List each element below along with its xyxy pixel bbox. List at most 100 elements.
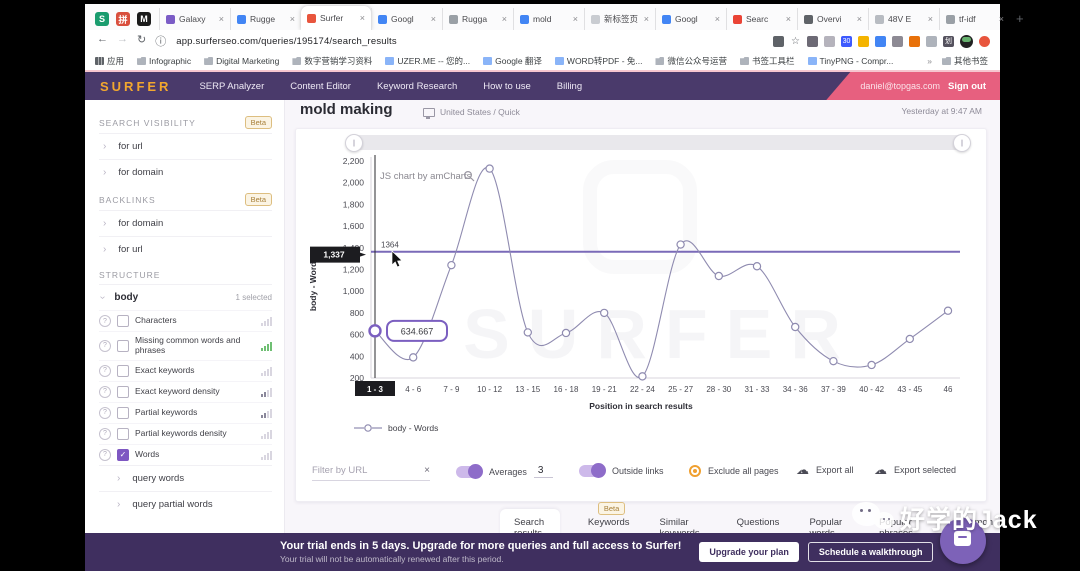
ext-xh-icon[interactable]: 划 [943,35,954,47]
export-all-button[interactable]: ☁ ↓ Export all [796,463,854,476]
metric-checkbox[interactable] [117,364,129,377]
pinned-tab-grid[interactable]: 拼 [116,12,130,26]
star-icon[interactable]: ☆ [790,36,801,47]
pinned-tab-m[interactable]: M [137,12,151,26]
forward-icon[interactable]: → [117,33,128,49]
ext-pointer-icon[interactable] [807,35,818,47]
data-point-1[interactable] [408,353,418,362]
browser-tab-7[interactable]: Googl × [655,8,726,30]
help-icon[interactable]: ? [99,339,111,352]
app-nav-billing[interactable]: Billing [557,81,582,92]
url-field[interactable]: app.surferseo.com/queries/195174/search_… [176,36,397,47]
ext-30-icon[interactable]: 30 [841,35,852,47]
help-icon[interactable]: ? [99,364,111,377]
filter-by-url-input[interactable]: Filter by URL × [312,465,430,481]
exclude-all-pages-button[interactable]: Exclude all pages [689,465,779,477]
data-point-13[interactable] [867,360,876,370]
tab-close-icon[interactable]: × [502,14,507,24]
browser-tab-0[interactable]: Galaxy × [159,8,230,30]
data-point-8[interactable] [676,240,685,249]
averages-value-input[interactable]: 3 [533,465,554,478]
tab-close-icon[interactable]: × [928,14,933,24]
bookmark-item-4[interactable]: UZER.ME -- 您的... [385,55,470,67]
schedule-walkthrough-button[interactable]: Schedule a walkthrough [807,542,934,562]
sidebar-item-for-url[interactable]: › for url [99,133,272,159]
metric-checkbox[interactable] [117,315,129,327]
bookmark-item-8[interactable]: 书签工具栏 [740,55,795,67]
browser-tab-3[interactable]: Googl × [371,8,442,30]
info-icon[interactable]: ⓘ [155,33,166,49]
app-nav-content-editor[interactable]: Content Editor [290,81,351,92]
tab-close-icon[interactable]: × [290,14,295,24]
help-icon[interactable]: ? [99,406,111,419]
data-point-2[interactable] [447,260,456,270]
averages-toggle[interactable] [456,463,483,479]
browser-tab-4[interactable]: Rugga × [442,8,513,30]
browser-tab-9[interactable]: Overvi × [797,8,868,30]
tab-close-icon[interactable]: × [431,14,436,24]
data-point-14[interactable] [905,334,915,344]
ext-doc-icon[interactable] [926,35,937,47]
browser-tab-1[interactable]: Rugge × [230,8,301,30]
data-point-3[interactable] [485,164,494,173]
ext-gray-icon[interactable] [824,35,835,47]
browser-tab-5[interactable]: mold × [513,8,584,30]
tab-close-icon[interactable]: × [786,14,791,24]
ext-gear-icon[interactable] [892,35,903,47]
sidebar-item-for-domain[interactable]: › for domain [99,159,272,185]
metric-checkbox[interactable]: ✓ [117,448,129,461]
data-point-4[interactable] [523,328,532,337]
scrollbar-grip-right[interactable]: ∥ [953,134,971,152]
ext-orange-icon[interactable] [909,35,920,47]
sidebar-item-query-words[interactable]: › query words [99,464,272,491]
clear-filter-icon[interactable]: × [424,465,430,476]
metric-checkbox[interactable] [117,406,129,419]
sidebar-item-body[interactable]: › body 1 selected [97,284,272,310]
sidebar-item-for-domain[interactable]: › for domain [99,210,272,236]
browser-tab-2[interactable]: Surfer × [301,6,371,30]
bookmarks-overflow-icon[interactable]: » [927,56,932,66]
metric-checkbox[interactable] [117,427,129,440]
help-icon[interactable]: ? [99,315,111,327]
tab-close-icon[interactable]: × [573,14,578,24]
data-point-10[interactable] [752,262,762,271]
help-icon[interactable]: ? [99,385,111,398]
scrollbar-grip-left[interactable]: ∥ [345,134,363,152]
metric-checkbox[interactable] [117,385,129,398]
browser-menu-icon[interactable] [979,35,990,47]
new-tab-button[interactable]: + [1010,11,1032,30]
outside-links-toggle[interactable] [579,463,606,478]
tab-close-icon[interactable]: × [715,14,720,24]
tab-close-icon[interactable]: × [999,14,1004,24]
bookmark-item-1[interactable]: Infographic [137,56,191,66]
browser-tab-8[interactable]: Searc × [726,8,797,30]
bookmark-item-2[interactable]: Digital Marketing [204,56,279,66]
bookmark-item-7[interactable]: 微信公众号运营 [655,55,727,67]
ext-yellow-icon[interactable] [858,35,869,47]
data-point-12[interactable] [829,356,838,366]
line-chart[interactable]: SURFER2004006008001,0001,2001,4001,6001,… [300,153,984,398]
sidebar-item-query-partial-words[interactable]: › query partial words [99,490,272,517]
bookmark-item-9[interactable]: TinyPNG - Compr... [807,56,893,66]
pinned-tab-s[interactable]: S [95,12,109,26]
ext-blue-icon[interactable] [875,35,886,47]
data-point-0[interactable] [368,324,382,338]
app-nav-keyword-research[interactable]: Keyword Research [377,81,457,92]
bookmark-item-6[interactable]: WORD转PDF - 免... [554,55,642,67]
data-point-15[interactable] [943,306,953,315]
data-point-5[interactable] [561,328,571,338]
data-point-11[interactable] [791,322,800,332]
data-point-7[interactable] [638,372,647,381]
app-nav-how-to-use[interactable]: How to use [483,81,531,92]
export-selected-button[interactable]: ☁ ↓ Export selected [874,463,956,476]
metric-checkbox[interactable] [117,339,129,352]
other-bookmarks[interactable]: 其他书签 [941,55,988,67]
tab-close-icon[interactable]: × [360,13,365,23]
browser-tab-10[interactable]: 48V E × [868,8,939,30]
back-icon[interactable]: ← [97,33,108,49]
bookmark-item-5[interactable]: Google 翻译 [483,55,542,67]
data-point-6[interactable] [600,308,609,318]
translate-icon[interactable] [773,35,784,47]
help-icon[interactable]: ? [99,448,111,461]
tab-close-icon[interactable]: × [644,14,649,24]
